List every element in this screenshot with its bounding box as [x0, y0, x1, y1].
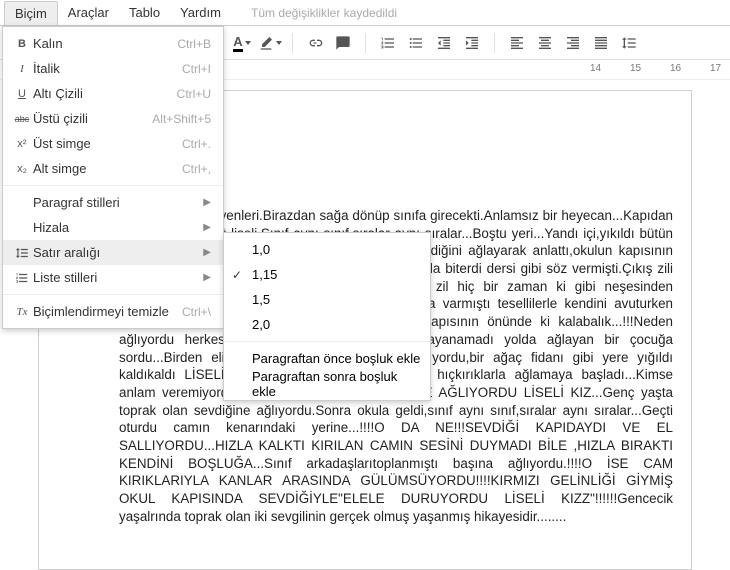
check-icon: ✓ — [232, 268, 242, 282]
menu-bold[interactable]: B Kalın Ctrl+B — [3, 31, 223, 56]
underline-icon: U — [11, 88, 33, 100]
ruler-tick: 15 — [630, 63, 641, 74]
align-center-button[interactable] — [533, 31, 557, 55]
ruler-tick: 16 — [670, 63, 681, 74]
align-left-button[interactable] — [505, 31, 529, 55]
indent-button[interactable] — [460, 31, 484, 55]
chevron-right-icon: ▶ — [203, 222, 215, 233]
menu-line-spacing[interactable]: Satır aralığı ▶ — [3, 240, 223, 265]
menubar: Biçim Araçlar Tablo Yardım Tüm değişikli… — [0, 0, 730, 26]
format-menu: B Kalın Ctrl+B I İtalik Ctrl+I U Altı Çi… — [2, 26, 224, 329]
insert-comment-button[interactable] — [331, 31, 355, 55]
outdent-button[interactable] — [432, 31, 456, 55]
ruler-tick: 14 — [590, 63, 601, 74]
menu-paragraph-styles[interactable]: Paragraf stilleri ▶ — [3, 190, 223, 215]
align-right-button[interactable] — [561, 31, 585, 55]
list-icon — [11, 271, 33, 285]
menu-underline[interactable]: U Altı Çizili Ctrl+U — [3, 81, 223, 106]
superscript-icon: x² — [11, 138, 33, 150]
menu-help[interactable]: Yardım — [170, 1, 231, 24]
menu-subscript[interactable]: x₂ Alt simge Ctrl+, — [3, 156, 223, 181]
spacing-1-5[interactable]: 1,5 — [224, 287, 430, 312]
spacing-1-15[interactable]: ✓1,15 — [224, 262, 430, 287]
bold-icon: B — [11, 38, 33, 50]
align-justify-button[interactable] — [589, 31, 613, 55]
menu-format[interactable]: Biçim — [4, 1, 58, 25]
chevron-right-icon: ▶ — [203, 247, 215, 258]
numbered-list-button[interactable] — [376, 31, 400, 55]
menu-align[interactable]: Hizala ▶ — [3, 215, 223, 240]
space-before-paragraph[interactable]: Paragraftan önce boşluk ekle — [224, 346, 430, 371]
menu-clear-formatting[interactable]: Tx Biçimlendirmeyi temizle Ctrl+\ — [3, 299, 223, 324]
chevron-right-icon: ▶ — [203, 272, 215, 283]
menu-tools[interactable]: Araçlar — [58, 1, 119, 24]
clear-format-icon: Tx — [11, 306, 33, 318]
menu-strikethrough[interactable]: abc Üstü çizili Alt+Shift+5 — [3, 106, 223, 131]
save-status: Tüm değişiklikler kaydedildi — [251, 6, 397, 20]
chevron-right-icon: ▶ — [203, 197, 215, 208]
strikethrough-icon: abc — [11, 114, 33, 124]
line-spacing-icon — [11, 246, 33, 260]
menu-superscript[interactable]: x² Üst simge Ctrl+. — [3, 131, 223, 156]
space-after-paragraph[interactable]: Paragraftan sonra boşluk ekle — [224, 371, 430, 396]
menu-list-styles[interactable]: Liste stilleri ▶ — [3, 265, 223, 290]
ruler-tick: 17 — [710, 63, 721, 74]
text-color-button[interactable]: A — [230, 31, 254, 55]
line-spacing-submenu: 1,0 ✓1,15 1,5 2,0 Paragraftan önce boşlu… — [223, 232, 431, 401]
spacing-2-0[interactable]: 2,0 — [224, 312, 430, 337]
menu-italic[interactable]: I İtalik Ctrl+I — [3, 56, 223, 81]
insert-link-button[interactable] — [303, 31, 327, 55]
spacing-1-0[interactable]: 1,0 — [224, 237, 430, 262]
subscript-icon: x₂ — [11, 163, 33, 175]
italic-icon: I — [11, 63, 33, 75]
bulleted-list-button[interactable] — [404, 31, 428, 55]
menu-table[interactable]: Tablo — [119, 1, 170, 24]
highlight-color-button[interactable] — [258, 31, 282, 55]
line-spacing-button[interactable] — [617, 31, 641, 55]
